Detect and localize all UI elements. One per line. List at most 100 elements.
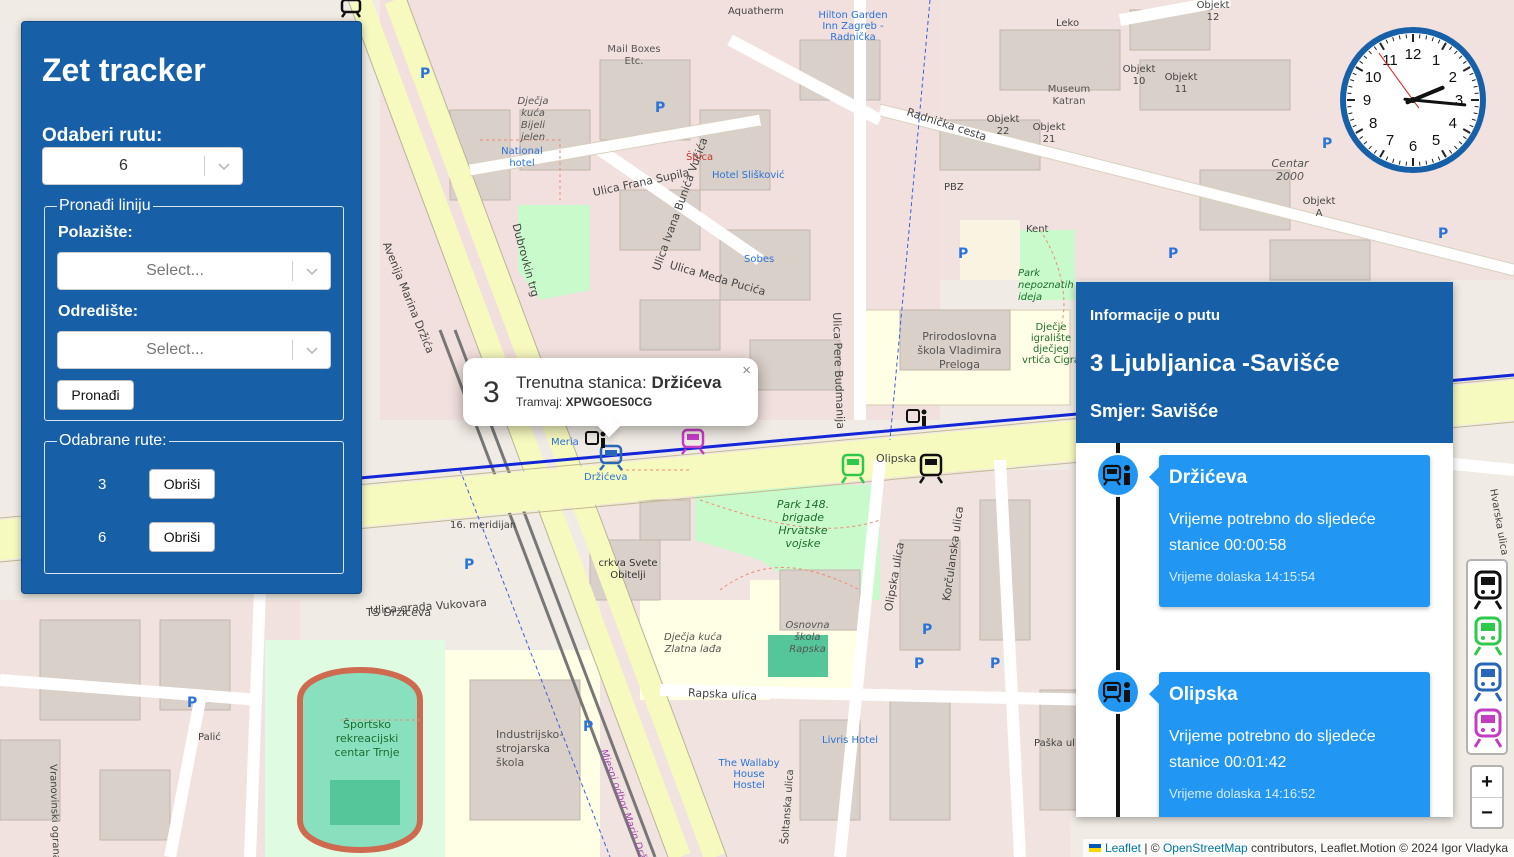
current-stop-label: Trenutna stanica: <box>516 373 647 392</box>
map-label: 16. meridijan <box>450 520 517 531</box>
tram-icon[interactable] <box>680 427 706 455</box>
popup-tram: Tramvaj: XPWGOES0CG <box>516 395 652 409</box>
trip-info-panel: Informacije o putu 3 Ljubljanica -Savišć… <box>1076 282 1453 817</box>
map-label: Objekt 10 <box>1122 64 1156 87</box>
tram-layer-control[interactable] <box>1466 559 1508 755</box>
map-label: Objekt 22 <box>986 114 1020 137</box>
to-select[interactable]: Select... <box>57 331 331 369</box>
svg-text:P: P <box>1168 246 1178 262</box>
zoom-control: + − <box>1470 765 1504 829</box>
svg-text:P: P <box>1322 136 1332 152</box>
current-stop-name: Držićeva <box>651 373 722 392</box>
to-label: Odredište: <box>58 303 139 320</box>
control-panel: Zet tracker Odaberi rutu: 6 Pronađi lini… <box>21 21 362 594</box>
leaflet-link[interactable]: Leaflet <box>1105 841 1141 855</box>
svg-text:P: P <box>1438 226 1448 242</box>
stop-arrival: Vrijeme dolaska 14:16:52 <box>1169 786 1316 801</box>
zoom-out-button[interactable]: − <box>1472 797 1502 828</box>
tram-stop-icon <box>1103 681 1130 703</box>
tram-popup: 3 Trenutna stanica: Držićeva Tramvaj: XP… <box>463 358 758 438</box>
tram-icon[interactable] <box>1472 707 1504 749</box>
svg-text:P: P <box>990 656 1000 672</box>
to-select-placeholder: Select... <box>146 341 204 358</box>
map-label: TS Držićeva <box>366 606 432 619</box>
trip-direction: Smjer: Savišće <box>1090 401 1219 421</box>
tram-icon[interactable] <box>340 0 362 18</box>
route-select-label: Odaberi rutu: <box>42 125 163 146</box>
clock-numeral: 5 <box>1432 132 1440 149</box>
tram-icon[interactable] <box>840 452 866 484</box>
find-button[interactable]: Pronađi <box>57 380 134 410</box>
timeline-card: Olipska Vrijeme potrebno do sljedeće sta… <box>1149 672 1430 817</box>
from-select[interactable]: Select... <box>57 252 331 290</box>
osm-link[interactable]: OpenStreetMap <box>1163 841 1248 855</box>
map-label: Dječja kuća Zlatna lađa <box>664 632 722 655</box>
from-select-placeholder: Select... <box>146 262 204 279</box>
map-attribution: Leaflet | © OpenStreetMap contributors, … <box>1082 839 1514 857</box>
map-label: Mail Boxes Etc. <box>607 44 661 67</box>
svg-text:P: P <box>655 100 665 116</box>
map-label: Kent <box>1026 224 1049 235</box>
map-label: Športsko rekreacijski centar Trnje <box>334 718 400 759</box>
attribution-text: contributors, Leaflet.Motion © 2024 Igor… <box>1247 841 1508 855</box>
clock-numeral: 8 <box>1369 115 1377 132</box>
map-label: Dječja kuća Bijeli jelen <box>517 96 549 143</box>
stop-duration: Vrijeme potrebno do sljedeće stanice 00:… <box>1169 728 1376 771</box>
popup-current-stop: Trenutna stanica: Držićeva <box>516 373 721 393</box>
delete-route-button[interactable]: Obriši <box>149 522 215 552</box>
tram-icon[interactable] <box>1472 661 1504 703</box>
trip-info-header: Informacije o putu 3 Ljubljanica -Savišć… <box>1076 282 1453 443</box>
ukraine-flag-icon <box>1088 844 1101 852</box>
clock-numeral: 7 <box>1386 132 1394 149</box>
clock-numeral: 2 <box>1449 69 1457 86</box>
popup-close-button[interactable]: × <box>742 362 751 379</box>
trip-route: 3 Ljubljanica -Savišće <box>1090 350 1340 377</box>
delete-route-button[interactable]: Obriši <box>149 469 215 499</box>
tram-icon[interactable] <box>918 452 944 484</box>
tram-stop-icon <box>1103 464 1130 486</box>
map-label: Objekt 21 <box>1032 122 1066 145</box>
map-label: crkva Svete Obitelji <box>598 558 658 581</box>
map-label: Park 148. brigade Hrvatske vojske <box>776 498 830 550</box>
svg-text:P: P <box>187 695 197 711</box>
app-title: Zet tracker <box>42 52 206 88</box>
route-select[interactable]: 6 <box>42 147 243 185</box>
map-label: Dječje igralište dječjeg vrtića Cigra <box>1022 322 1080 366</box>
map-label: Museum Katran <box>1047 84 1091 107</box>
timeline-card: Držićeva Vrijeme potrebno do sljedeće st… <box>1149 455 1430 607</box>
find-line-legend: Pronađi liniju <box>59 197 151 214</box>
chevron-down-icon[interactable] <box>304 342 320 358</box>
timeline-stop-marker <box>1096 453 1140 497</box>
clock-numeral: 12 <box>1405 46 1422 63</box>
tram-stop-icon[interactable] <box>906 408 928 428</box>
zoom-in-button[interactable]: + <box>1472 767 1502 797</box>
map-label: The Wallaby House Hostel <box>718 758 780 791</box>
tram-icon[interactable] <box>1472 615 1504 657</box>
map-label: Objekt 11 <box>1164 72 1198 95</box>
map-label: Prirodoslovna škola Vladimira Preloga <box>917 330 1002 371</box>
map-label: Držićeva <box>584 472 628 483</box>
clock-numeral: 1 <box>1432 52 1440 69</box>
svg-text:P: P <box>914 656 924 672</box>
map-label: Sobes <box>744 254 775 265</box>
clock-numeral: 9 <box>1363 92 1371 109</box>
map-label: Osnovna škola Rapska <box>785 620 830 655</box>
map-label: National hotel <box>501 146 543 169</box>
clock-numeral: 6 <box>1409 138 1417 155</box>
svg-text:P: P <box>420 66 430 82</box>
clock-numeral: 4 <box>1449 115 1457 132</box>
chevron-down-icon[interactable] <box>216 158 232 174</box>
from-label: Polazište: <box>58 224 133 241</box>
selected-route-number: 3 <box>98 476 107 493</box>
selected-routes-legend: Odabrane rute: <box>59 432 167 449</box>
map-label: Meria <box>551 437 579 448</box>
chevron-down-icon[interactable] <box>304 263 320 279</box>
map-label: Industrijsko-strojarska škola <box>496 728 564 769</box>
map-label: Olipska <box>876 452 917 465</box>
map-label: Centar 2000 <box>1271 157 1309 183</box>
map-label: PBZ <box>944 182 964 193</box>
tram-icon[interactable] <box>1472 569 1504 611</box>
timeline-stop-marker <box>1096 670 1140 714</box>
select-separator <box>292 340 293 360</box>
stop-arrival: Vrijeme dolaska 14:15:54 <box>1169 569 1316 584</box>
